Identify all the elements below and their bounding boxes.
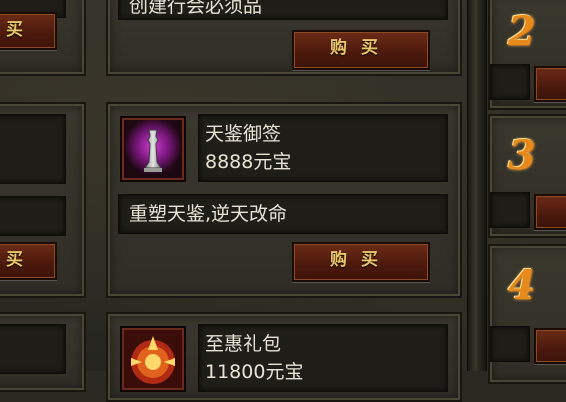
item-icon-frame xyxy=(120,116,186,182)
rank-card: 3 xyxy=(488,114,566,238)
rank-card: 2 xyxy=(488,0,566,110)
left-card-top: 买 xyxy=(0,0,86,76)
buy-button[interactable]: 购买 xyxy=(292,242,430,282)
item-icon-frame xyxy=(120,326,186,392)
left-card-bottom-field xyxy=(0,324,66,374)
left-card-mid: 买 xyxy=(0,102,86,298)
rank-button[interactable] xyxy=(534,66,566,102)
item-price: 11800元宝 xyxy=(205,361,304,383)
gift-pack-icon xyxy=(124,330,182,388)
item-name: 天鉴御签 xyxy=(205,123,282,145)
rank-field xyxy=(490,64,530,100)
buy-button[interactable]: 购买 xyxy=(292,30,430,70)
talisman-icon xyxy=(124,120,182,178)
rank-field xyxy=(490,326,530,362)
item-price: 8888元宝 xyxy=(205,151,292,173)
item-description: 创建行会必须品 xyxy=(129,0,263,17)
rank-number: 2 xyxy=(508,8,536,55)
left-buy-button-mid[interactable]: 买 xyxy=(0,242,57,280)
rank-number: 3 xyxy=(508,132,536,179)
item-info-box: 天鉴御签 8888元宝 xyxy=(198,114,448,182)
left-card-mid-field-2 xyxy=(0,196,66,236)
rank-button[interactable] xyxy=(534,194,566,230)
shop-item-card-gift-pack: 至惠礼包 11800元宝 xyxy=(106,312,462,402)
rank-button[interactable] xyxy=(534,328,566,364)
item-description-box: 创建行会必须品 xyxy=(118,0,448,20)
column-divider xyxy=(467,0,487,371)
item-description: 重塑天鉴,逆天改命 xyxy=(129,203,288,225)
item-description-box: 重塑天鉴,逆天改命 xyxy=(118,194,448,234)
left-buy-button-top[interactable]: 买 xyxy=(0,12,57,50)
item-info-box: 至惠礼包 11800元宝 xyxy=(198,324,448,392)
shop-item-card-tianjian: 天鉴御签 8888元宝 重塑天鉴,逆天改命 购买 xyxy=(106,102,462,298)
rank-number: 4 xyxy=(508,262,536,309)
rank-field xyxy=(490,192,530,228)
item-name: 至惠礼包 xyxy=(205,333,282,355)
shop-item-card-guild: 创建行会必须品 购买 xyxy=(106,0,462,76)
rank-card: 4 xyxy=(488,244,566,384)
left-card-bottom xyxy=(0,312,86,392)
left-card-mid-field-1 xyxy=(0,114,66,184)
